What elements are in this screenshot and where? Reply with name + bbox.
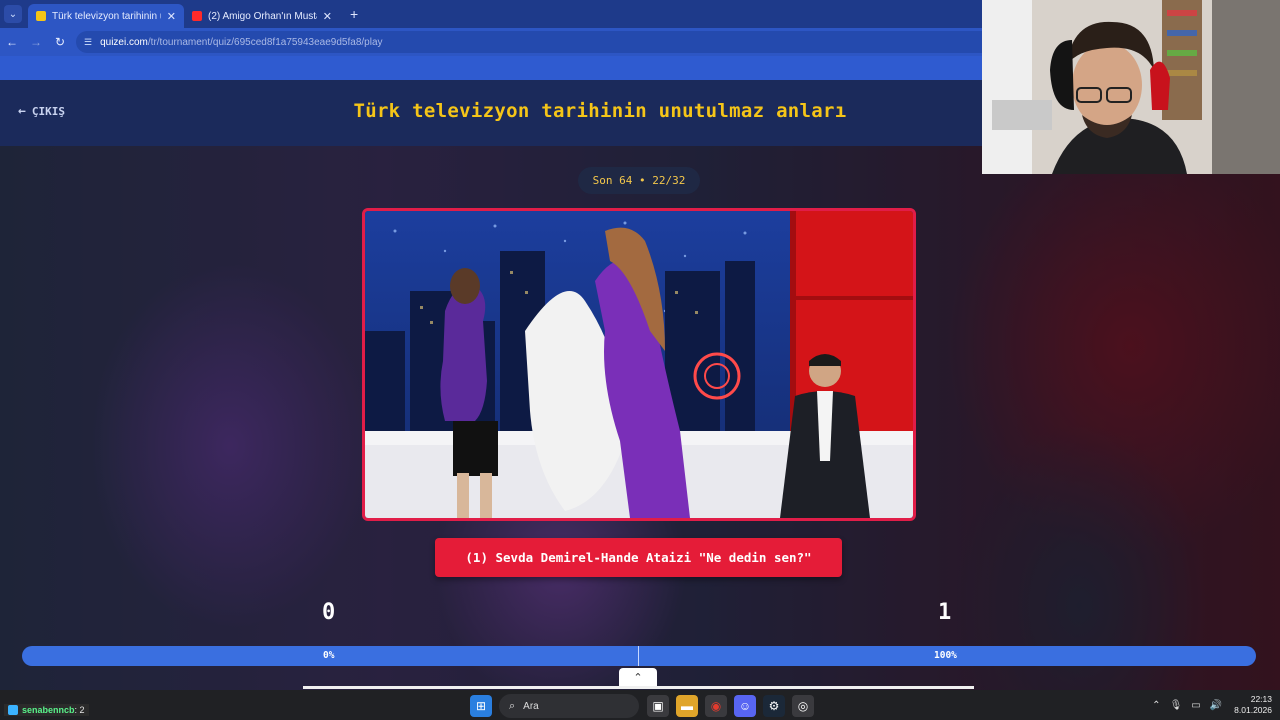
screen: ⌄ Türk televizyon tarihinin unutul ✕ (2)…	[0, 0, 1280, 720]
progress-divider	[638, 646, 639, 666]
windows-start-icon[interactable]: ⊞	[470, 695, 492, 717]
tab-title: (2) Amigo Orhan'ın Mustafa De	[208, 10, 317, 22]
percent-right: 100%	[934, 650, 957, 661]
round-badge: Son 64 • 22/32	[578, 167, 700, 194]
steam-icon[interactable]: ⚙	[763, 695, 785, 717]
url-path: /tr/tournament/quiz/695ced8f1a75943eae9d…	[147, 36, 383, 48]
microphone-icon[interactable]: 🎙	[1170, 700, 1183, 711]
answer-button[interactable]: (1) Sevda Demirel-Hande Ataizi "Ne dedin…	[435, 538, 842, 577]
quiz-option-image[interactable]	[362, 208, 916, 521]
task-view-icon[interactable]: ▣	[647, 695, 669, 717]
page-title: Türk televizyon tarihinin unutulmaz anla…	[353, 100, 847, 122]
vote-progress-bar: 0% 100%	[22, 646, 1256, 666]
clock-date: 8.01.2026	[1234, 705, 1272, 715]
stream-chat: senabenncb : 2	[0, 690, 295, 720]
browser-toolbar: ← → ↻ ☰ quizei.com/tr/tournament/quiz/69…	[0, 28, 982, 56]
site-topbar	[0, 56, 982, 80]
display-icon[interactable]: ▭	[1191, 700, 1200, 711]
score-left: 0	[322, 600, 336, 625]
overlay-bar	[303, 686, 974, 689]
tab-youtube[interactable]: (2) Amigo Orhan'ın Mustafa De ✕	[184, 4, 340, 28]
chat-text: : 2	[74, 705, 85, 715]
close-tab-icon[interactable]: ✕	[167, 10, 176, 23]
exit-button[interactable]: ← ÇIKIŞ	[18, 104, 65, 119]
back-arrow-icon[interactable]: ←	[0, 35, 24, 49]
reload-icon[interactable]: ↻	[48, 35, 72, 49]
arrow-left-icon: ←	[18, 104, 26, 119]
new-tab-button[interactable]: +	[350, 6, 358, 22]
taskbar-search[interactable]: ⌕ Ara	[499, 694, 639, 718]
volume-icon[interactable]: 🔊	[1210, 700, 1222, 711]
tab-search-icon[interactable]: ⌄	[4, 5, 22, 23]
system-tray: ⌃ 🎙 ▭ 🔊 22:13 8.01.2026	[1143, 690, 1272, 720]
exit-label: ÇIKIŞ	[31, 105, 65, 118]
clock[interactable]: 22:13 8.01.2026	[1234, 694, 1272, 716]
windows-taskbar: senabenncb : 2 ⊞ ⌕ Ara ▣ ▬ ◉ ☺ ⚙ ◎ ⌃ 🎙 ▭…	[0, 690, 1280, 720]
browser-tab-bar: ⌄ Türk televizyon tarihinin unutul ✕ (2)…	[0, 0, 982, 28]
obs-icon[interactable]: ◎	[792, 695, 814, 717]
discord-icon[interactable]: ☺	[734, 695, 756, 717]
close-tab-icon[interactable]: ✕	[323, 10, 332, 23]
quiz-header: ← ÇIKIŞ Türk televizyon tarihinin unutul…	[0, 80, 982, 146]
taskbar-apps: ⊞ ⌕ Ara ▣ ▬ ◉ ☺ ⚙ ◎	[470, 694, 821, 718]
url-host: quizei.com	[100, 36, 148, 48]
chevron-up-tray-icon[interactable]: ⌃	[1152, 700, 1160, 711]
chevron-up-icon[interactable]: ⌃	[619, 668, 657, 686]
tv-scene-illustration	[365, 211, 913, 518]
score-right: 1	[938, 600, 952, 625]
tab-title: Türk televizyon tarihinin unutul	[52, 10, 161, 22]
chat-message: senabenncb : 2	[4, 704, 89, 716]
site-info-icon[interactable]: ☰	[84, 37, 92, 48]
clock-time: 22:13	[1250, 694, 1272, 704]
percent-left: 0%	[323, 650, 335, 661]
chat-badge-icon	[8, 705, 18, 715]
forward-arrow-icon[interactable]: →	[24, 35, 48, 49]
chrome-icon[interactable]: ◉	[705, 695, 727, 717]
file-explorer-icon[interactable]: ▬	[676, 695, 698, 717]
youtube-favicon-icon	[192, 11, 202, 21]
search-icon: ⌕	[509, 699, 516, 712]
search-label: Ara	[523, 700, 539, 712]
address-bar[interactable]: ☰ quizei.com/tr/tournament/quiz/695ced8f…	[76, 31, 982, 53]
chat-username: senabenncb	[22, 705, 75, 715]
webcam-overlay	[982, 0, 1280, 174]
tab-quiz[interactable]: Türk televizyon tarihinin unutul ✕	[28, 4, 184, 28]
webcam-illustration	[982, 0, 1280, 174]
quizei-favicon-icon	[36, 11, 46, 21]
